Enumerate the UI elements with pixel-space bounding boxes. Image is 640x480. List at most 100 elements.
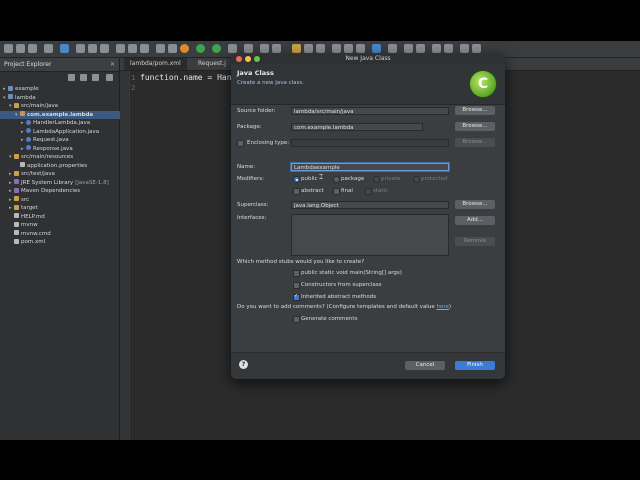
open-type-icon[interactable] (292, 44, 301, 53)
annotation-icon[interactable] (344, 44, 353, 53)
package-browse-button[interactable]: Browse... (455, 122, 495, 131)
history-back-icon[interactable] (460, 44, 469, 53)
enclosing-type-browse-button[interactable]: Browse... (455, 138, 495, 147)
new-java-project-icon[interactable] (260, 44, 269, 53)
constructors-stub-checkbox[interactable] (293, 282, 300, 289)
new-package-icon[interactable] (272, 44, 281, 53)
class-name-field[interactable]: Lambdaexample (291, 163, 449, 171)
help-icon[interactable]: ? (239, 360, 248, 369)
tree-item[interactable]: pom.xml (0, 238, 128, 246)
tree-item[interactable]: ▸ example (0, 85, 122, 93)
external-tools-icon[interactable] (228, 44, 237, 53)
static-label: static (373, 188, 389, 194)
run-icon[interactable] (212, 44, 221, 53)
enclosing-type-field[interactable] (291, 139, 449, 147)
superclass-field[interactable]: java.lang.Object (291, 201, 449, 209)
tree-item[interactable]: ▸ target (0, 204, 128, 212)
tree-item[interactable]: ▾ lambda (0, 94, 122, 102)
view-menu-icon[interactable] (106, 74, 113, 81)
mouse-cursor-icon: ⌶ (319, 173, 324, 181)
tab-request-java[interactable]: Request.j (192, 58, 232, 70)
new-icon[interactable] (4, 44, 13, 53)
tab-pom-xml[interactable]: lambda/pom.xml (124, 58, 187, 70)
tree-item-label: Maven Dependencies (21, 188, 81, 194)
forward-icon[interactable] (416, 44, 425, 53)
print-icon[interactable] (44, 44, 53, 53)
back-icon[interactable] (404, 44, 413, 53)
private-radio[interactable] (373, 176, 380, 183)
tree-item[interactable]: ▸ Request.java (0, 136, 140, 144)
history-forward-icon[interactable] (472, 44, 481, 53)
public-radio[interactable] (293, 176, 300, 183)
protected-radio[interactable] (413, 176, 420, 183)
previous-annotation-icon[interactable] (444, 44, 453, 53)
tree-item-label: src (21, 196, 30, 203)
package-radio[interactable] (333, 176, 340, 183)
maximize-window-icon[interactable] (254, 56, 260, 62)
tree-item[interactable]: ▸ JRE System Library [JavaSE-1.8] (0, 179, 128, 187)
main-stub-checkbox[interactable] (293, 270, 300, 277)
tree-item[interactable]: ▸ LambdaApplication.java (0, 128, 140, 136)
coverage-icon[interactable] (244, 44, 253, 53)
superclass-browse-button[interactable]: Browse... (455, 200, 495, 209)
lib-icon (14, 187, 19, 193)
tree-item[interactable]: mvnw.cmd (0, 230, 128, 238)
abstract-checkbox[interactable] (293, 188, 300, 195)
tree-item[interactable]: ▾ src/main/java (0, 102, 128, 110)
step-over-icon[interactable] (128, 44, 137, 53)
static-checkbox[interactable] (365, 188, 372, 195)
comments-question: Do you want to add comments? (Configure … (237, 304, 451, 310)
tree-item[interactable]: ▸ src (0, 196, 128, 204)
last-edit-icon[interactable] (388, 44, 397, 53)
next-annotation-icon[interactable] (432, 44, 441, 53)
toggle-mark-icon[interactable] (332, 44, 341, 53)
close-window-icon[interactable] (236, 56, 242, 62)
generate-comments-checkbox[interactable] (293, 316, 300, 323)
resume-icon[interactable] (76, 44, 85, 53)
tree-item[interactable]: ▾ com.example.lambda (0, 110, 134, 119)
save-icon[interactable] (16, 44, 25, 53)
inherited-methods-checkbox[interactable] (293, 293, 300, 301)
tree-item[interactable]: ▸ src/test/java (0, 170, 128, 178)
server-icon[interactable] (168, 44, 177, 53)
pin-icon[interactable] (356, 44, 365, 53)
terminate-icon[interactable] (100, 44, 109, 53)
minimize-window-icon[interactable] (245, 56, 251, 62)
tree-item[interactable]: ▸ Response.java (0, 145, 140, 153)
src-icon (14, 196, 19, 201)
skip-breakpoints-icon[interactable] (60, 44, 69, 53)
finish-button[interactable]: Finish (455, 361, 495, 370)
tree-item[interactable]: application.properties (0, 162, 134, 170)
source-folder-browse-button[interactable]: Browse... (455, 106, 495, 115)
remove-interface-button[interactable]: Remove (455, 237, 495, 246)
debug-icon[interactable] (196, 44, 205, 53)
debug-perspective-icon[interactable] (156, 44, 165, 53)
tree-item[interactable]: ▸ Maven Dependencies (0, 187, 128, 195)
step-into-icon[interactable] (116, 44, 125, 53)
close-icon[interactable]: ✕ (110, 58, 115, 71)
add-interface-button[interactable]: Add... (455, 216, 495, 225)
interfaces-list[interactable] (291, 214, 449, 256)
link-editor-icon[interactable] (80, 74, 87, 81)
open-task-icon[interactable] (304, 44, 313, 53)
tree-item[interactable]: mvnw (0, 221, 128, 229)
cancel-button[interactable]: Cancel (405, 361, 445, 370)
collapse-all-icon[interactable] (68, 74, 75, 81)
save-all-icon[interactable] (28, 44, 37, 53)
quick-access-icon[interactable] (372, 44, 381, 53)
enclosing-type-checkbox[interactable] (237, 140, 244, 147)
final-checkbox[interactable] (333, 188, 340, 195)
boot-dashboard-icon[interactable] (180, 44, 189, 53)
code-line[interactable]: function.name = Handl (140, 73, 241, 82)
filter-icon[interactable] (92, 74, 99, 81)
package-field[interactable]: com.example.lambda (291, 123, 423, 131)
source-folder-field[interactable]: lambda/src/main/java (291, 107, 449, 115)
tree-item[interactable]: ▾ src/main/resources (0, 153, 128, 161)
tree-item[interactable]: HELP.md (0, 213, 128, 221)
superclass-label: Superclass: (237, 202, 269, 208)
configure-templates-link[interactable]: here (436, 304, 448, 310)
step-return-icon[interactable] (140, 44, 149, 53)
search-icon[interactable] (316, 44, 325, 53)
suspend-icon[interactable] (88, 44, 97, 53)
tree-item[interactable]: ▸ HandlerLambda.java (0, 119, 140, 127)
